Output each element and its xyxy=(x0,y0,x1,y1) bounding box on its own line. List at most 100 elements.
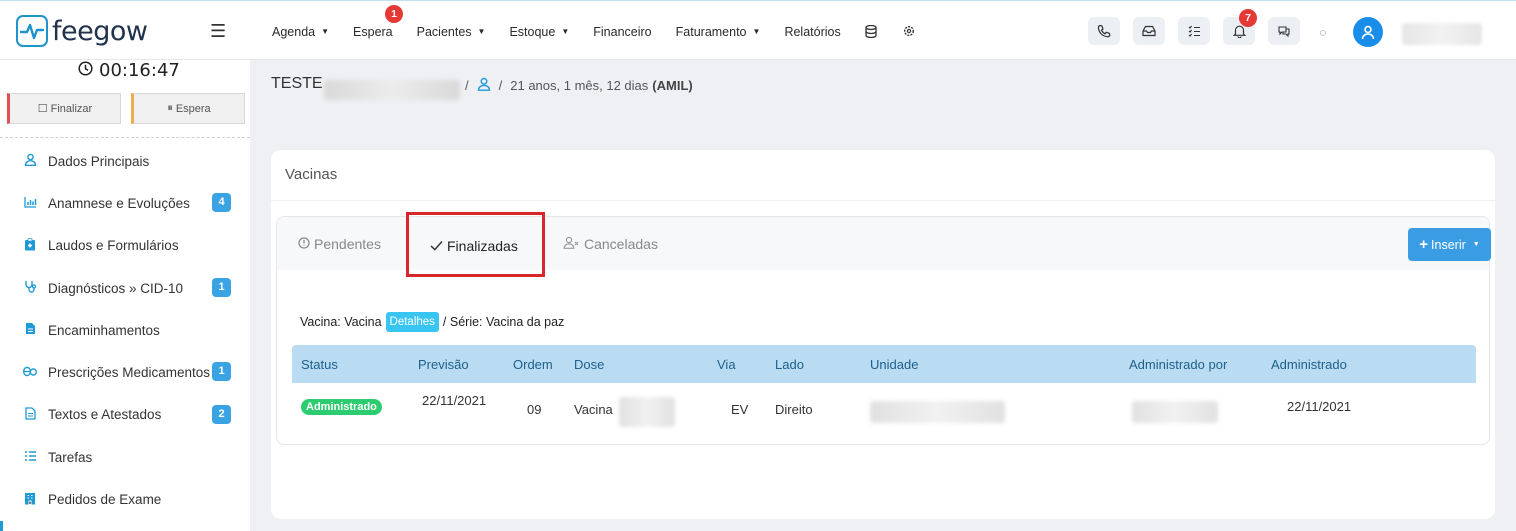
chart-icon xyxy=(23,196,37,211)
count-badge: 1 xyxy=(212,362,231,382)
unidade-redacted xyxy=(870,401,1005,423)
tab-finalizadas[interactable]: Finalizadas xyxy=(430,238,518,254)
clipboard-icon xyxy=(23,237,37,254)
patient-age: 21 anos, 1 mês, 12 dias xyxy=(510,78,649,93)
plus-icon: + xyxy=(1419,236,1429,253)
logo-text: feegow xyxy=(52,15,148,47)
sidebar-menu: Dados Principais Anamnese e Evoluções 4 … xyxy=(0,140,250,521)
sidebar-active-marker xyxy=(0,521,250,531)
breadcrumb-separator: / xyxy=(465,78,469,93)
list-icon xyxy=(23,450,37,465)
square-icon: ☐ xyxy=(37,103,48,115)
divider xyxy=(271,200,1495,201)
patient-header: TESTE / / 21 anos, 1 mês, 12 dias (AMIL) xyxy=(250,60,1516,110)
count-badge: 1 xyxy=(212,277,231,297)
sidebar-item-prescricoes[interactable]: Prescrições Medicamentos 1 xyxy=(0,351,250,393)
sidebar-item-tarefas[interactable]: Tarefas xyxy=(0,436,250,478)
phone-icon[interactable] xyxy=(1088,17,1120,45)
sidebar-item-dados-principais[interactable]: Dados Principais xyxy=(0,140,250,182)
col-ordem: Ordem xyxy=(513,357,553,372)
notification-count-badge: 7 xyxy=(1239,9,1257,27)
timer-value: 00:16:47 xyxy=(99,60,180,81)
status-badge: Administrado xyxy=(301,399,382,415)
stethoscope-icon xyxy=(23,280,37,296)
patient-surname-redacted xyxy=(324,80,460,100)
nav-estoque[interactable]: Estoque ▼ xyxy=(509,25,569,41)
col-dose: Dose xyxy=(574,357,605,372)
nav-financeiro[interactable]: Financeiro xyxy=(593,25,651,41)
nav-agenda[interactable]: Agenda ▼ xyxy=(272,25,329,41)
finish-button[interactable]: ☐ Finalizar xyxy=(7,93,121,124)
nav-espera[interactable]: Espera 1 xyxy=(353,5,404,41)
main-nav: Agenda ▼ Espera 1 Pacientes ▼ Estoque ▼ Fina… xyxy=(272,5,941,41)
pause-icon: ⏸ xyxy=(167,102,173,114)
logo[interactable]: feegow xyxy=(16,15,148,47)
tab-canceladas[interactable]: Canceladas xyxy=(563,236,658,252)
nav-relatorios[interactable]: Relatórios xyxy=(784,25,840,41)
col-administrado: Administrado xyxy=(1271,357,1347,372)
col-administrado-por: Administrado por xyxy=(1129,357,1228,372)
building-icon xyxy=(23,492,37,508)
vaccine-label: Vacina: Vacina xyxy=(300,315,382,329)
sidebar-item-diagnosticos[interactable]: Diagnósticos » CID-10 1 xyxy=(0,267,250,309)
chevron-down-icon: ▼ xyxy=(1472,241,1480,248)
tab-pendentes[interactable]: Pendentes xyxy=(298,236,381,252)
table-row[interactable]: Administrado 22/11/2021 09 Vacina EV Dir… xyxy=(292,383,1476,429)
table-header: Status Previsão Ordem Dose Via Lado Unid… xyxy=(292,345,1476,383)
chat-icon[interactable] xyxy=(1268,17,1300,45)
sidebar-item-pedidos-exame[interactable]: Pedidos de Exame xyxy=(0,478,250,520)
administrado-por-redacted xyxy=(1132,401,1218,423)
sidebar-item-anamnese[interactable]: Anamnese e Evoluções 4 xyxy=(0,182,250,224)
vaccines-card: Vacinas Pendentes Finalizadas Canceladas… xyxy=(271,150,1495,519)
nav-faturamento[interactable]: Faturamento ▼ xyxy=(676,25,761,41)
details-button[interactable]: Detalhes xyxy=(385,312,439,332)
bell-icon[interactable]: 7 xyxy=(1223,9,1257,45)
logo-icon xyxy=(16,15,48,47)
user-icon xyxy=(23,153,37,169)
cell-via: EV xyxy=(731,402,749,417)
wait-button[interactable]: ⏸ Espera xyxy=(131,93,245,124)
col-lado: Lado xyxy=(775,357,804,372)
cell-lado: Direito xyxy=(775,402,813,417)
top-bar: feegow ☰ Agenda ▼ Espera 1 Pacientes ▼ Esto… xyxy=(0,0,1516,60)
check-icon xyxy=(430,238,443,254)
clock-icon xyxy=(78,61,93,80)
cell-ordem: 09 xyxy=(527,402,542,417)
user-name-redacted[interactable] xyxy=(1402,23,1482,45)
info-circle-icon xyxy=(298,236,310,252)
sidebar: 00:16:47 ☐ Finalizar ⏸ Espera Dados Princi… xyxy=(0,60,250,531)
dose-detail-redacted xyxy=(619,397,675,427)
user-x-icon xyxy=(563,236,580,252)
chevron-down-icon: ▼ xyxy=(477,27,486,36)
breadcrumb-separator: / xyxy=(498,78,503,93)
patient-name: TESTE xyxy=(271,75,323,92)
col-via: Via xyxy=(717,357,736,372)
sidebar-item-encaminhamentos[interactable]: Encaminhamentos xyxy=(0,309,250,351)
user-icon[interactable] xyxy=(477,77,491,94)
cell-dose: Vacina xyxy=(574,402,613,417)
document-icon xyxy=(23,322,37,338)
file-text-icon xyxy=(23,407,37,423)
pills-icon xyxy=(23,366,38,380)
inbox-icon[interactable] xyxy=(1133,17,1165,45)
status-dot-icon xyxy=(1320,30,1326,36)
nav-pacientes[interactable]: Pacientes ▼ xyxy=(417,25,486,41)
patient-insurance: (AMIL) xyxy=(652,78,693,93)
chevron-down-icon: ▼ xyxy=(561,27,570,36)
gear-icon[interactable] xyxy=(903,25,915,41)
espera-count-badge: 1 xyxy=(385,5,404,23)
sidebar-item-laudos[interactable]: Laudos e Formulários xyxy=(0,225,250,267)
insert-button[interactable]: + Inserir ▼ xyxy=(1408,228,1491,261)
cell-administrado: 22/11/2021 xyxy=(1287,399,1352,414)
chevron-down-icon: ▼ xyxy=(321,27,330,36)
vaccine-info: Vacina: Vacina Detalhes / Série: Vacina … xyxy=(300,312,564,332)
patient-info: / / 21 anos, 1 mês, 12 dias (AMIL) xyxy=(465,77,693,94)
avatar[interactable] xyxy=(1353,17,1383,47)
card-title: Vacinas xyxy=(285,166,338,183)
sidebar-item-textos-atestados[interactable]: Textos e Atestados 2 xyxy=(0,394,250,436)
menu-toggle-icon[interactable]: ☰ xyxy=(210,21,226,42)
checklist-icon[interactable] xyxy=(1178,17,1210,45)
database-icon[interactable] xyxy=(865,24,877,41)
serie-label: / Série: Vacina da paz xyxy=(442,315,565,329)
col-unidade: Unidade xyxy=(870,357,919,372)
